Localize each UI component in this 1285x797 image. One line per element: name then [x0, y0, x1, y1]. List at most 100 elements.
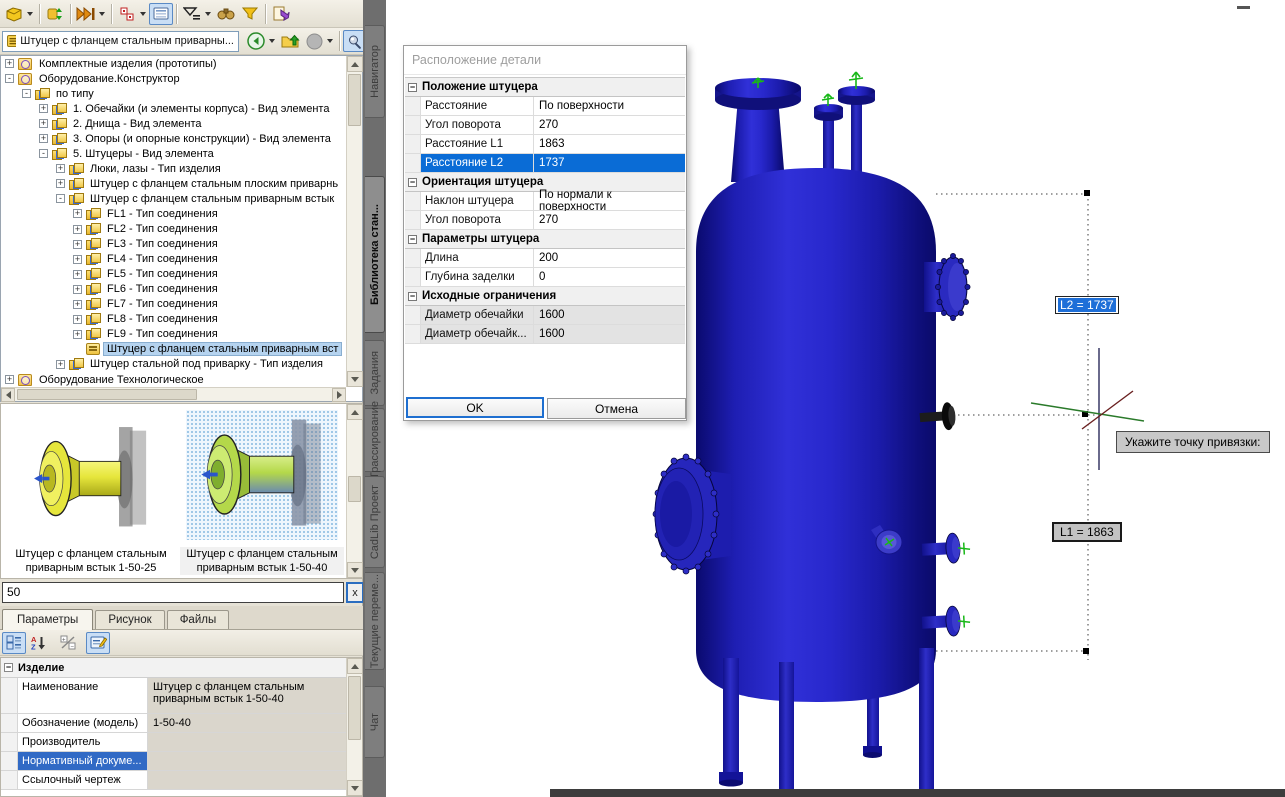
tree-expander[interactable]: -: [56, 194, 65, 203]
cancel-button[interactable]: Отмена: [547, 398, 686, 419]
tree-item-label[interactable]: FL7 - Тип соединения: [104, 298, 221, 310]
sync-button[interactable]: [43, 3, 67, 25]
filter-button[interactable]: [180, 3, 204, 25]
goto-button[interactable]: [74, 3, 98, 25]
property-value[interactable]: 0: [534, 268, 685, 286]
params-group-row[interactable]: −Изделие: [1, 658, 347, 678]
dialog-property-row[interactable]: Длина200: [405, 249, 685, 268]
ok-button[interactable]: OK: [406, 397, 544, 418]
dialog-property-row[interactable]: Глубина заделки0: [405, 268, 685, 287]
tree-item-label[interactable]: FL2 - Тип соединения: [104, 223, 221, 235]
filter-dropdown-icon[interactable]: [205, 12, 211, 16]
tree-hscrollbar[interactable]: [1, 387, 346, 401]
params-property-row[interactable]: Ссылочный чертеж: [1, 771, 347, 790]
tree-expander[interactable]: -: [5, 74, 14, 83]
dialog-group-row[interactable]: −Положение штуцера: [405, 78, 685, 97]
sort-az-button[interactable]: AZ: [26, 632, 50, 654]
find-button[interactable]: [214, 3, 238, 25]
preview-card-1[interactable]: Штуцер с фланцем стальным приварным всты…: [7, 418, 175, 575]
view-mode-dropdown-icon[interactable]: [140, 12, 146, 16]
tree-item-label[interactable]: FL9 - Тип соединения: [104, 328, 221, 340]
tree-item-label[interactable]: FL4 - Тип соединения: [104, 253, 221, 265]
filter-clear-button[interactable]: x: [346, 582, 364, 603]
tree-item-label[interactable]: FL1 - Тип соединения: [104, 208, 221, 220]
properties-panel-toggle[interactable]: [149, 3, 173, 25]
tree-expander[interactable]: +: [73, 240, 82, 249]
tree-expander[interactable]: +: [73, 270, 82, 279]
params-property-row[interactable]: НаименованиеШтуцер с фланцем стальным пр…: [1, 678, 347, 714]
tree-item-label[interactable]: 1. Обечайки (и элементы корпуса) - Вид э…: [70, 103, 332, 115]
tree-item-label[interactable]: Штуцер с фланцем стальным приварным всты…: [87, 193, 337, 205]
tree-item-label[interactable]: Штуцер с фланцем стальным плоским привар…: [87, 178, 341, 190]
collapse-icon[interactable]: −: [408, 292, 417, 301]
tree-expander[interactable]: +: [56, 360, 65, 369]
catalog-dropdown-icon[interactable]: [27, 12, 33, 16]
folder-up-button[interactable]: [278, 30, 302, 52]
property-value[interactable]: По поверхности: [534, 97, 685, 115]
categorized-button[interactable]: [2, 632, 26, 654]
tree-item-label[interactable]: Штуцер с фланцем стальным приварным вст: [104, 343, 341, 355]
catalog-button[interactable]: [2, 3, 26, 25]
back-button[interactable]: [244, 30, 268, 52]
dialog-property-row[interactable]: Угол поворота270: [405, 211, 685, 230]
tab-рисунок[interactable]: Рисунок: [95, 610, 164, 629]
preview-vscrollbar[interactable]: [346, 404, 362, 578]
tab-файлы[interactable]: Файлы: [167, 610, 230, 629]
l2-dimension-input[interactable]: L2 = 1737: [1055, 296, 1119, 314]
tree-item-label[interactable]: FL3 - Тип соединения: [104, 238, 221, 250]
goto-dropdown-icon[interactable]: [99, 12, 105, 16]
tab-параметры[interactable]: Параметры: [2, 609, 93, 630]
params-property-row[interactable]: Производитель: [1, 733, 347, 752]
collapse-icon[interactable]: −: [408, 83, 417, 92]
tree-item-label[interactable]: FL6 - Тип соединения: [104, 283, 221, 295]
dialog-property-row[interactable]: РасстояниеПо поверхности: [405, 97, 685, 116]
property-value[interactable]: 1600: [534, 306, 685, 324]
collapse-icon[interactable]: −: [4, 663, 13, 672]
tree-expander[interactable]: +: [39, 119, 48, 128]
tree-item-label[interactable]: FL5 - Тип соединения: [104, 268, 221, 280]
funnel-button[interactable]: [238, 3, 262, 25]
tree-expander[interactable]: +: [56, 164, 65, 173]
side-tab-3[interactable]: Задания: [365, 340, 385, 406]
tree-expander[interactable]: +: [56, 179, 65, 188]
tree-expander[interactable]: +: [5, 375, 14, 384]
dialog-property-row[interactable]: Расстояние L21737: [405, 154, 685, 173]
tree-expander[interactable]: +: [73, 209, 82, 218]
tree-expander[interactable]: +: [39, 104, 48, 113]
tree-item-label[interactable]: Комплектные изделия (прототипы): [36, 58, 220, 70]
property-value[interactable]: 1737: [534, 154, 685, 172]
side-tab-5[interactable]: CadLib Проект: [365, 476, 385, 568]
tree-item-label[interactable]: 2. Днища - Вид элемента: [70, 118, 205, 130]
dialog-property-row[interactable]: Наклон штуцераПо нормали к поверхности: [405, 192, 685, 211]
tree-expander[interactable]: +: [73, 330, 82, 339]
tree-item-label[interactable]: Штуцер стальной под приварку - Тип издел…: [87, 358, 326, 370]
property-value[interactable]: По нормали к поверхности: [534, 192, 685, 210]
view-mode-button[interactable]: [115, 3, 139, 25]
tree-expander[interactable]: +: [5, 59, 14, 68]
history-dropdown-icon[interactable]: [327, 39, 333, 43]
property-value[interactable]: 270: [534, 116, 685, 134]
property-value[interactable]: 1600: [534, 325, 685, 343]
collapse-icon[interactable]: −: [408, 178, 417, 187]
property-value[interactable]: [148, 733, 347, 751]
tree-expander[interactable]: +: [73, 315, 82, 324]
dialog-property-row[interactable]: Диаметр обечайки1600: [405, 306, 685, 325]
side-tab-4[interactable]: Трассирование: [365, 408, 385, 472]
tree-item-label[interactable]: 3. Опоры (и опорные конструкции) - Вид э…: [70, 133, 334, 145]
transfer-button[interactable]: [269, 3, 293, 25]
tree-item-label[interactable]: Оборудование Технологическое: [36, 374, 207, 386]
side-tab-1[interactable]: Навигатор: [365, 25, 385, 118]
property-value[interactable]: 270: [534, 211, 685, 229]
dialog-property-row[interactable]: Диаметр обечайк...1600: [405, 325, 685, 344]
side-tab-2[interactable]: Библиотека стан...: [365, 176, 385, 333]
params-property-row[interactable]: Нормативный докуме...: [1, 752, 347, 771]
dialog-property-row[interactable]: Расстояние L11863: [405, 135, 685, 154]
preview-card-2[interactable]: Штуцер с фланцем стальным приварным всты…: [180, 410, 344, 575]
collapse-icon[interactable]: −: [408, 235, 417, 244]
tree-item-label[interactable]: по типу: [53, 88, 97, 100]
property-value[interactable]: [148, 771, 347, 789]
property-value[interactable]: 200: [534, 249, 685, 267]
back-dropdown-icon[interactable]: [269, 39, 275, 43]
percent-button[interactable]: +−: [56, 632, 80, 654]
tree-vscrollbar[interactable]: [346, 56, 362, 387]
